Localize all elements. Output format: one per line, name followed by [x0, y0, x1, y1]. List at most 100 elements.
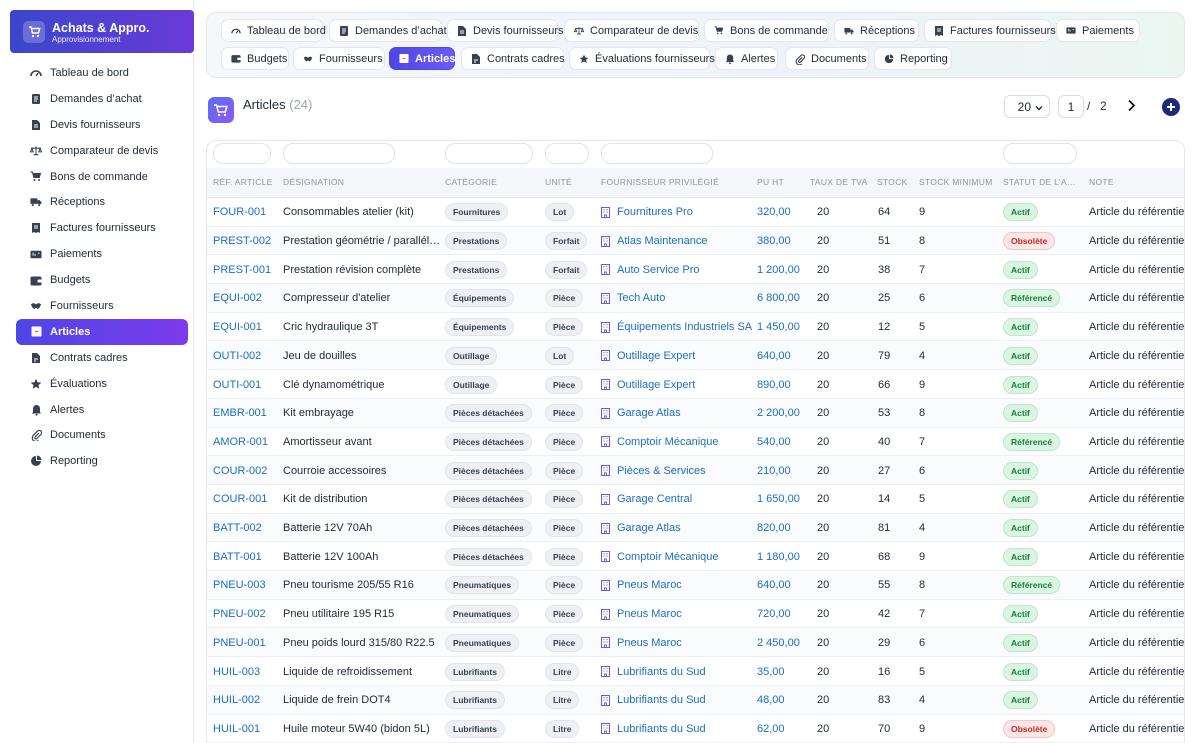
- article-ref-link[interactable]: PNEU-003: [213, 571, 277, 600]
- column-header-categorie[interactable]: CATÉGORIE: [445, 177, 541, 187]
- tab-contrats-cadres[interactable]: Contrats cadres: [461, 47, 565, 70]
- tab-factures-fournisseurs[interactable]: Factures fournisseurs: [924, 19, 1056, 42]
- sidebar-item-contrats-cadres[interactable]: Contrats cadres: [16, 345, 188, 371]
- column-header-note[interactable]: NOTE: [1089, 177, 1184, 187]
- table-row[interactable]: PREST-002 Prestation géométrie / parallél…: [207, 226, 1184, 256]
- column-header-statut-de-l-a[interactable]: STATUT DE L’A…: [1003, 177, 1087, 187]
- sidebar-item-devis-fournisseurs[interactable]: Devis fournisseurs: [16, 112, 188, 138]
- supplier-link[interactable]: Auto Service Pro: [617, 264, 700, 276]
- tab-demandes-d-achat[interactable]: Demandes d’achat: [329, 19, 447, 42]
- article-ref-link[interactable]: COUR-001: [213, 485, 277, 514]
- tab-receptions[interactable]: Réceptions: [834, 19, 919, 42]
- sidebar-item-comparateur-de-devis[interactable]: Comparateur de devis: [16, 138, 188, 164]
- column-header-taux-de-tva[interactable]: TAUX DE TVA: [810, 177, 874, 187]
- article-ref-link[interactable]: COUR-002: [213, 456, 277, 485]
- supplier-link[interactable]: Lubrifiants du Sud: [617, 666, 706, 678]
- sidebar-item-fournisseurs[interactable]: Fournisseurs: [16, 293, 188, 319]
- table-row[interactable]: EQUI-001 Cric hydraulique 3T Équipements Pi…: [207, 313, 1184, 342]
- column-header-unite[interactable]: UNITÉ: [545, 177, 597, 187]
- supplier-link[interactable]: Tech Auto: [617, 292, 665, 304]
- column-header-ref-article[interactable]: RÉF. ARTICLE: [213, 177, 277, 187]
- supplier-link[interactable]: Outillage Expert: [617, 379, 695, 391]
- table-row[interactable]: EQUI-002 Compresseur d'atelier Équipements…: [207, 284, 1184, 313]
- supplier-link[interactable]: Outillage Expert: [617, 350, 695, 362]
- article-ref-link[interactable]: BATT-002: [213, 514, 277, 543]
- tab-evaluations-fournisseurs[interactable]: Évaluations fournisseurs: [569, 47, 715, 70]
- tab-budgets[interactable]: Budgets: [221, 47, 289, 70]
- table-row[interactable]: HUIL-002 Liquide de frein DOT4 Lubrifiants…: [207, 685, 1184, 715]
- table-row[interactable]: HUIL-003 Liquide de refroidissement Lubrif…: [207, 657, 1184, 686]
- article-ref-link[interactable]: EMBR-001: [213, 399, 277, 428]
- article-ref-link[interactable]: PREST-002: [213, 227, 277, 256]
- add-article-button[interactable]: [1162, 98, 1180, 116]
- sidebar-item-bons-de-commande[interactable]: Bons de commande: [16, 164, 188, 190]
- filter-ref-input[interactable]: [213, 143, 271, 164]
- column-header-designation[interactable]: DÉSIGNATION: [283, 177, 441, 187]
- filter-designation-input[interactable]: [283, 143, 395, 164]
- supplier-link[interactable]: Comptoir Mécanique: [617, 436, 719, 448]
- article-ref-link[interactable]: PNEU-001: [213, 629, 277, 658]
- filter-supplier-input[interactable]: [601, 143, 713, 164]
- table-row[interactable]: EMBR-001 Kit embrayage Pièces détachées Piè…: [207, 398, 1184, 428]
- article-ref-link[interactable]: HUIL-001: [213, 715, 277, 743]
- sidebar-item-evaluations[interactable]: Évaluations: [16, 371, 188, 397]
- tab-devis-fournisseurs[interactable]: Devis fournisseurs: [447, 19, 563, 42]
- tab-tableau-de-bord[interactable]: Tableau de bord: [221, 19, 326, 42]
- sidebar-item-articles[interactable]: Articles: [16, 318, 188, 345]
- article-ref-link[interactable]: HUIL-003: [213, 657, 277, 686]
- table-row[interactable]: AMOR-001 Amortisseur avant Pièces détachée…: [207, 428, 1184, 457]
- table-row[interactable]: HUIL-001 Huile moteur 5W40 (bidon 5L) Lubr…: [207, 715, 1184, 743]
- page-size-select[interactable]: 20: [1004, 95, 1050, 118]
- column-header-stock-minimum[interactable]: STOCK MINIMUM: [919, 177, 1003, 187]
- article-ref-link[interactable]: HUIL-002: [213, 686, 277, 715]
- table-row[interactable]: FOUR-001 Consommables atelier (kit) Fourni…: [207, 198, 1184, 227]
- article-ref-link[interactable]: PNEU-002: [213, 600, 277, 629]
- sidebar-item-budgets[interactable]: Budgets: [16, 267, 188, 293]
- filter-unit-input[interactable]: [545, 143, 589, 164]
- table-row[interactable]: PNEU-001 Pneu poids lourd 315/80 R22.5 Pne…: [207, 628, 1184, 658]
- filter-category-input[interactable]: [445, 143, 533, 164]
- supplier-link[interactable]: Fournitures Pro: [617, 206, 693, 218]
- filter-status-input[interactable]: [1003, 143, 1077, 164]
- tab-paiements[interactable]: Paiements: [1056, 19, 1140, 42]
- table-row[interactable]: PREST-001 Prestation révision complète Pre…: [207, 255, 1184, 285]
- tab-fournisseurs[interactable]: Fournisseurs: [293, 47, 385, 70]
- sidebar-item-alertes[interactable]: Alertes: [16, 397, 188, 423]
- supplier-link[interactable]: Garage Central: [617, 493, 692, 505]
- tab-documents[interactable]: Documents: [785, 47, 869, 70]
- next-page-button[interactable]: [1124, 97, 1138, 113]
- article-ref-link[interactable]: EQUI-001: [213, 313, 277, 342]
- table-row[interactable]: COUR-002 Courroie accessoires Pièces détac…: [207, 456, 1184, 485]
- sidebar-item-documents[interactable]: Documents: [16, 422, 188, 448]
- sidebar-item-tableau-de-bord[interactable]: Tableau de bord: [16, 60, 188, 86]
- article-ref-link[interactable]: PREST-001: [213, 255, 277, 284]
- column-header-stock[interactable]: STOCK: [877, 177, 917, 187]
- table-row[interactable]: BATT-001 Batterie 12V 100Ah Pièces détaché…: [207, 542, 1184, 572]
- sidebar-item-paiements[interactable]: Paiements: [16, 241, 188, 267]
- article-ref-link[interactable]: EQUI-002: [213, 284, 277, 313]
- supplier-link[interactable]: Pneus Maroc: [617, 608, 682, 620]
- table-row[interactable]: PNEU-002 Pneu utilitaire 195 R15 Pneumatiq…: [207, 600, 1184, 629]
- supplier-link[interactable]: Pièces & Services: [617, 465, 706, 477]
- tab-bons-de-commande[interactable]: Bons de commande: [704, 19, 829, 42]
- tab-reporting[interactable]: Reporting: [874, 47, 952, 70]
- tab-comparateur-de-devis[interactable]: Comparateur de devis: [564, 19, 699, 42]
- supplier-link[interactable]: Garage Atlas: [617, 522, 681, 534]
- sidebar-item-demandes-d-achat[interactable]: Demandes d’achat: [16, 86, 188, 112]
- article-ref-link[interactable]: OUTI-002: [213, 342, 277, 371]
- supplier-link[interactable]: Comptoir Mécanique: [617, 551, 719, 563]
- table-row[interactable]: PNEU-003 Pneu tourisme 205/55 R16 Pneumati…: [207, 571, 1184, 600]
- table-row[interactable]: OUTI-002 Jeu de douilles Outillage Lot Outil…: [207, 341, 1184, 371]
- column-header-pu-ht[interactable]: PU HT: [757, 177, 807, 187]
- supplier-link[interactable]: Lubrifiants du Sud: [617, 694, 706, 706]
- supplier-link[interactable]: Atlas Maintenance: [617, 235, 708, 247]
- column-header-fournisseur-privilegie[interactable]: FOURNISSEUR PRIVILÉGIÉ: [601, 177, 753, 187]
- tab-alertes[interactable]: Alertes: [715, 47, 778, 70]
- brand-header[interactable]: Achats & Appro. Approvisionnement: [10, 10, 194, 53]
- sidebar-item-receptions[interactable]: Réceptions: [16, 189, 188, 215]
- supplier-link[interactable]: Garage Atlas: [617, 407, 681, 419]
- page-number-input[interactable]: 1: [1058, 95, 1084, 118]
- article-ref-link[interactable]: OUTI-001: [213, 370, 277, 399]
- supplier-link[interactable]: Pneus Maroc: [617, 579, 682, 591]
- supplier-link[interactable]: Équipements Industriels SA: [617, 321, 752, 333]
